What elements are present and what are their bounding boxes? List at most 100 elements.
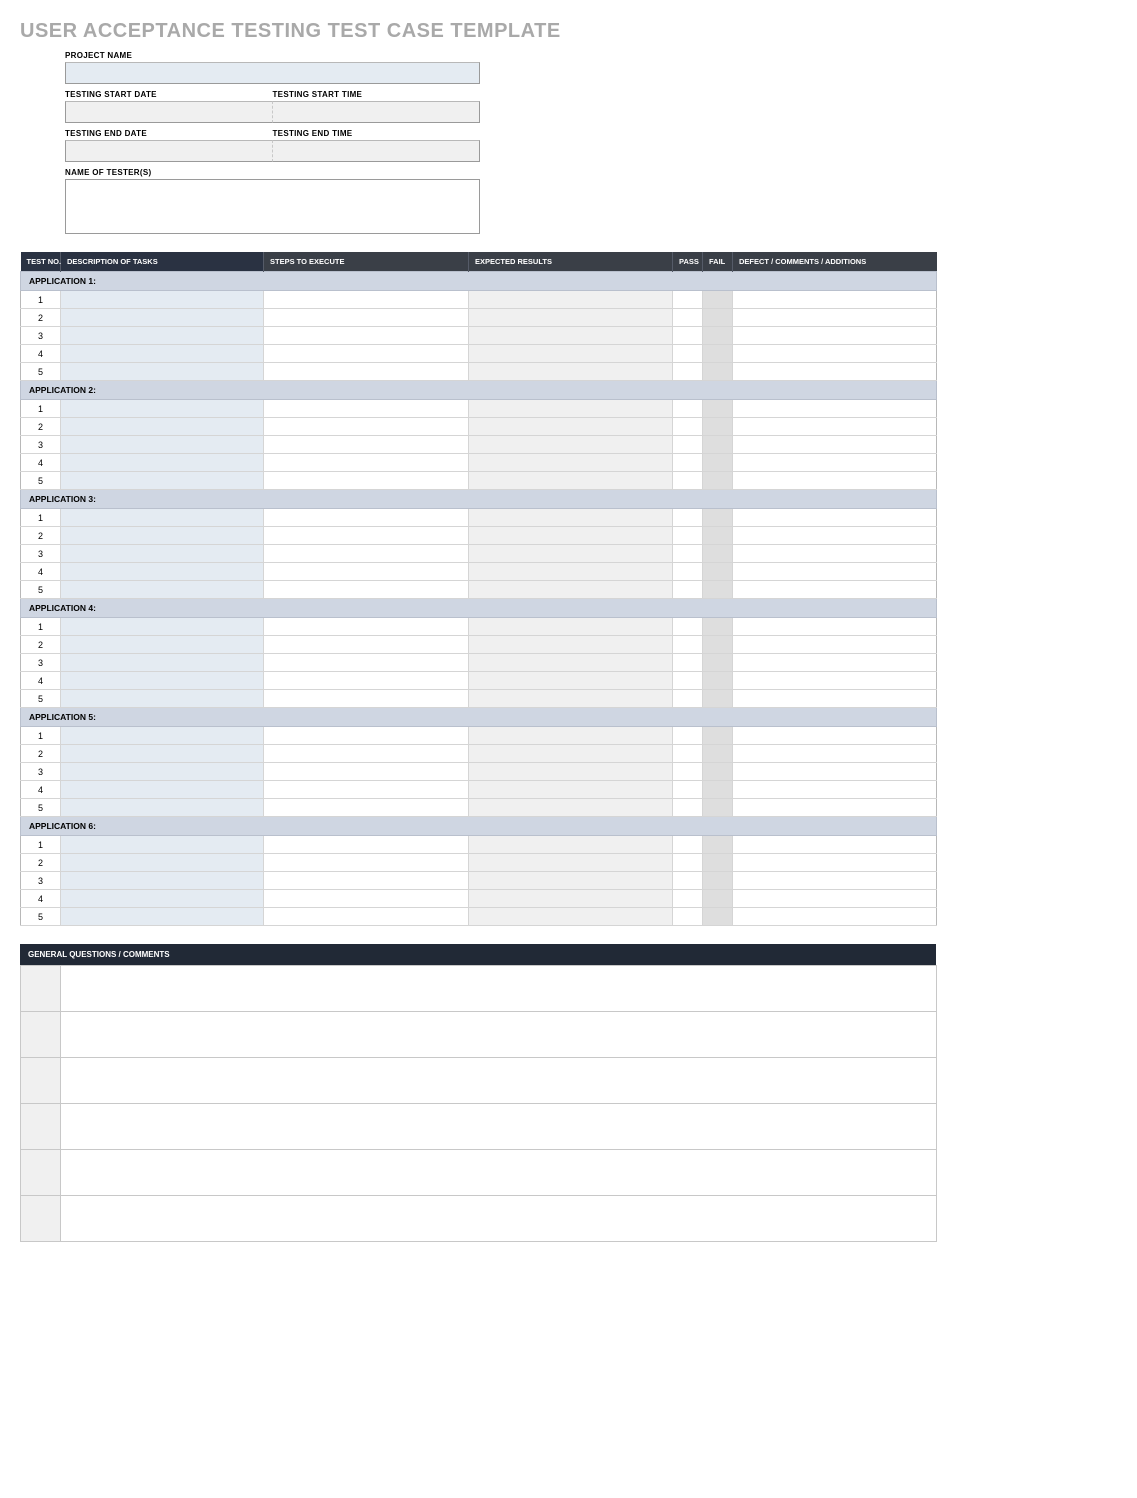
expected-cell[interactable] xyxy=(469,836,673,854)
steps-cell[interactable] xyxy=(264,908,469,926)
pass-cell[interactable] xyxy=(673,327,703,345)
expected-cell[interactable] xyxy=(469,309,673,327)
expected-cell[interactable] xyxy=(469,563,673,581)
pass-cell[interactable] xyxy=(673,545,703,563)
fail-cell[interactable] xyxy=(703,454,733,472)
fail-cell[interactable] xyxy=(703,781,733,799)
expected-cell[interactable] xyxy=(469,781,673,799)
pass-cell[interactable] xyxy=(673,690,703,708)
pass-cell[interactable] xyxy=(673,854,703,872)
pass-cell[interactable] xyxy=(673,763,703,781)
steps-cell[interactable] xyxy=(264,763,469,781)
defect-cell[interactable] xyxy=(733,509,937,527)
expected-cell[interactable] xyxy=(469,472,673,490)
defect-cell[interactable] xyxy=(733,690,937,708)
defect-cell[interactable] xyxy=(733,836,937,854)
defect-cell[interactable] xyxy=(733,763,937,781)
desc-cell[interactable] xyxy=(61,363,264,381)
steps-cell[interactable] xyxy=(264,781,469,799)
fail-cell[interactable] xyxy=(703,563,733,581)
defect-cell[interactable] xyxy=(733,908,937,926)
fail-cell[interactable] xyxy=(703,636,733,654)
expected-cell[interactable] xyxy=(469,345,673,363)
desc-cell[interactable] xyxy=(61,509,264,527)
pass-cell[interactable] xyxy=(673,509,703,527)
defect-cell[interactable] xyxy=(733,309,937,327)
expected-cell[interactable] xyxy=(469,672,673,690)
desc-cell[interactable] xyxy=(61,291,264,309)
fail-cell[interactable] xyxy=(703,654,733,672)
defect-cell[interactable] xyxy=(733,727,937,745)
steps-cell[interactable] xyxy=(264,672,469,690)
steps-cell[interactable] xyxy=(264,854,469,872)
desc-cell[interactable] xyxy=(61,654,264,672)
steps-cell[interactable] xyxy=(264,799,469,817)
steps-cell[interactable] xyxy=(264,472,469,490)
pass-cell[interactable] xyxy=(673,581,703,599)
steps-cell[interactable] xyxy=(264,309,469,327)
pass-cell[interactable] xyxy=(673,636,703,654)
defect-cell[interactable] xyxy=(733,890,937,908)
gq-label-cell[interactable] xyxy=(21,1150,61,1196)
steps-cell[interactable] xyxy=(264,618,469,636)
gq-label-cell[interactable] xyxy=(21,1012,61,1058)
pass-cell[interactable] xyxy=(673,418,703,436)
fail-cell[interactable] xyxy=(703,672,733,690)
fail-cell[interactable] xyxy=(703,581,733,599)
pass-cell[interactable] xyxy=(673,527,703,545)
steps-cell[interactable] xyxy=(264,327,469,345)
desc-cell[interactable] xyxy=(61,436,264,454)
fail-cell[interactable] xyxy=(703,618,733,636)
defect-cell[interactable] xyxy=(733,436,937,454)
pass-cell[interactable] xyxy=(673,400,703,418)
pass-cell[interactable] xyxy=(673,799,703,817)
gq-comment-cell[interactable] xyxy=(61,966,937,1012)
defect-cell[interactable] xyxy=(733,636,937,654)
pass-cell[interactable] xyxy=(673,345,703,363)
steps-cell[interactable] xyxy=(264,872,469,890)
start-date-input[interactable] xyxy=(65,101,273,123)
gq-label-cell[interactable] xyxy=(21,1196,61,1242)
desc-cell[interactable] xyxy=(61,836,264,854)
pass-cell[interactable] xyxy=(673,727,703,745)
pass-cell[interactable] xyxy=(673,908,703,926)
desc-cell[interactable] xyxy=(61,472,264,490)
fail-cell[interactable] xyxy=(703,890,733,908)
steps-cell[interactable] xyxy=(264,509,469,527)
steps-cell[interactable] xyxy=(264,345,469,363)
desc-cell[interactable] xyxy=(61,527,264,545)
fail-cell[interactable] xyxy=(703,854,733,872)
gq-label-cell[interactable] xyxy=(21,1104,61,1150)
steps-cell[interactable] xyxy=(264,563,469,581)
fail-cell[interactable] xyxy=(703,400,733,418)
desc-cell[interactable] xyxy=(61,309,264,327)
pass-cell[interactable] xyxy=(673,454,703,472)
defect-cell[interactable] xyxy=(733,345,937,363)
expected-cell[interactable] xyxy=(469,890,673,908)
defect-cell[interactable] xyxy=(733,418,937,436)
steps-cell[interactable] xyxy=(264,727,469,745)
expected-cell[interactable] xyxy=(469,418,673,436)
pass-cell[interactable] xyxy=(673,618,703,636)
gq-comment-cell[interactable] xyxy=(61,1150,937,1196)
pass-cell[interactable] xyxy=(673,472,703,490)
expected-cell[interactable] xyxy=(469,854,673,872)
end-time-input[interactable] xyxy=(273,140,481,162)
steps-cell[interactable] xyxy=(264,690,469,708)
defect-cell[interactable] xyxy=(733,581,937,599)
fail-cell[interactable] xyxy=(703,418,733,436)
desc-cell[interactable] xyxy=(61,872,264,890)
desc-cell[interactable] xyxy=(61,890,264,908)
fail-cell[interactable] xyxy=(703,327,733,345)
expected-cell[interactable] xyxy=(469,327,673,345)
desc-cell[interactable] xyxy=(61,854,264,872)
defect-cell[interactable] xyxy=(733,563,937,581)
defect-cell[interactable] xyxy=(733,854,937,872)
expected-cell[interactable] xyxy=(469,690,673,708)
gq-label-cell[interactable] xyxy=(21,1058,61,1104)
desc-cell[interactable] xyxy=(61,345,264,363)
expected-cell[interactable] xyxy=(469,545,673,563)
fail-cell[interactable] xyxy=(703,908,733,926)
steps-cell[interactable] xyxy=(264,291,469,309)
steps-cell[interactable] xyxy=(264,418,469,436)
